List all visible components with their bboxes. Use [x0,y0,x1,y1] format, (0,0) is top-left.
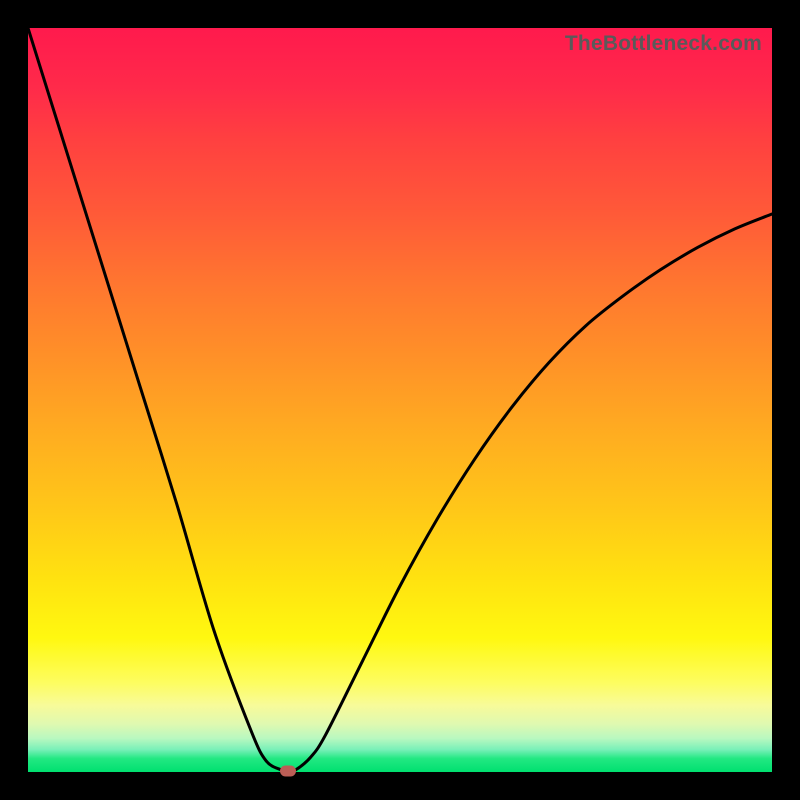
chart-frame: TheBottleneck.com [0,0,800,800]
bottleneck-curve [28,28,772,772]
optimal-marker [280,766,296,777]
plot-area: TheBottleneck.com [28,28,772,772]
